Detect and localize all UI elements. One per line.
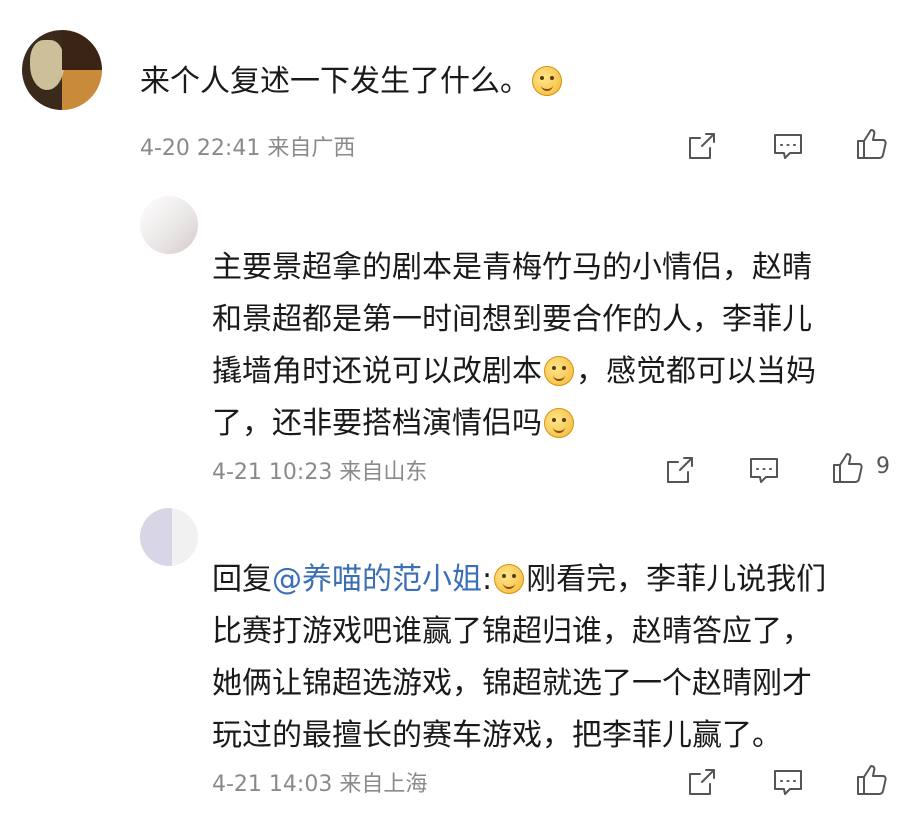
- avatar[interactable]: [140, 508, 198, 566]
- timestamp: 4-21 14:03: [212, 772, 333, 797]
- reply-text: 回复@养喵的范小姐: 刚看完，李菲儿说我们 比赛打游戏吧谁赢了锦超归谁，赵晴答应了…: [212, 554, 892, 762]
- timestamp: 4-21 10:23: [212, 460, 333, 485]
- comment-meta: 4-20 22:41 来自广西: [140, 130, 355, 162]
- timestamp: 4-20 22:41: [140, 136, 261, 161]
- like-icon[interactable]: [830, 450, 866, 486]
- share-icon[interactable]: [662, 452, 698, 488]
- reply-text-line: 主要景超拿的剧本是青梅竹马的小情侣，赵晴: [212, 250, 812, 285]
- avatar[interactable]: [140, 196, 198, 254]
- location: 来自山东: [339, 460, 428, 485]
- reply-text-line: 她俩让锦超选游戏，锦超就选了一个赵晴刚才: [212, 666, 812, 701]
- grin-emoji-icon: [494, 564, 525, 594]
- comment-icon[interactable]: [770, 764, 806, 800]
- location: 来自上海: [339, 772, 428, 797]
- avatar[interactable]: [22, 30, 102, 110]
- share-icon[interactable]: [684, 128, 720, 164]
- reply-meta: 4-21 10:23 来自山东: [212, 454, 427, 486]
- reply-text-line: 比赛打游戏吧谁赢了锦超归谁，赵晴答应了，: [212, 614, 812, 649]
- reply-text-line: 玩过的最擅长的赛车游戏，把李菲儿赢了。: [212, 718, 782, 753]
- reply-text-line: 撬墙角时还说可以改剧本: [212, 354, 542, 389]
- comment-text: 来个人复述一下发生了什么。: [140, 56, 880, 108]
- pray-emoji-icon: [544, 408, 574, 438]
- reply-text-line: 了，还非要搭档演情侣吗: [212, 406, 542, 441]
- like-icon[interactable]: [854, 762, 890, 798]
- reply-text-line: 和景超都是第一时间想到要合作的人，李菲儿: [212, 302, 812, 337]
- doge-emoji-icon: [532, 66, 562, 96]
- reply-colon: :: [482, 562, 493, 597]
- comment-text-content: 来个人复述一下发生了什么。: [140, 64, 530, 99]
- reply-text: 主要景超拿的剧本是青梅竹马的小情侣，赵晴 和景超都是第一时间想到要合作的人，李菲…: [212, 242, 892, 450]
- reply-text-line: 刚看完，李菲儿说我们: [526, 562, 827, 597]
- reply-meta: 4-21 14:03 来自上海: [212, 766, 427, 798]
- like-icon[interactable]: [854, 126, 890, 162]
- location: 来自广西: [267, 136, 356, 161]
- reply-prefix: 回复: [212, 562, 272, 597]
- like-count: 9: [876, 454, 890, 479]
- comment-icon[interactable]: [746, 452, 782, 488]
- share-icon[interactable]: [684, 764, 720, 800]
- reply-text-line: ，感觉都可以当妈: [576, 354, 816, 389]
- mention-link[interactable]: @养喵的范小姐: [272, 562, 482, 597]
- cry-laugh-emoji-icon: [544, 356, 574, 386]
- comment-icon[interactable]: [770, 128, 806, 164]
